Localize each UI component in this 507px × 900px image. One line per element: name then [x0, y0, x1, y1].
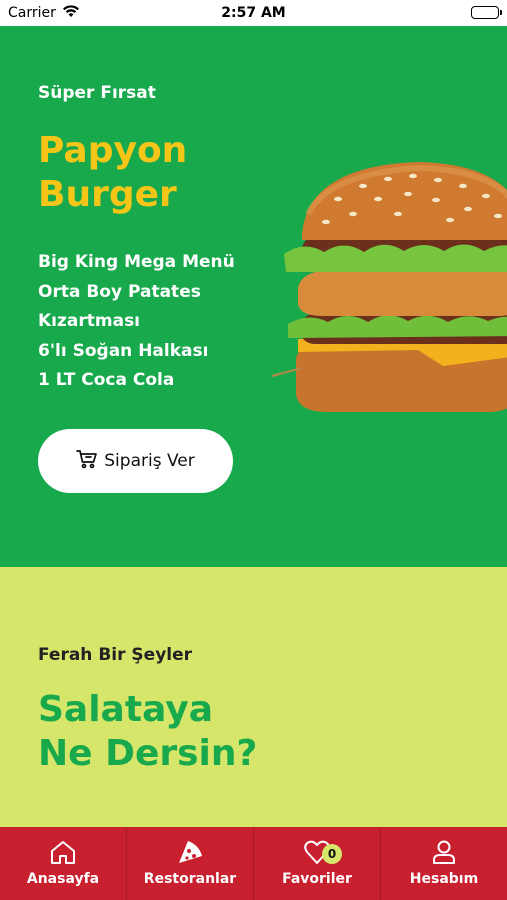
status-bar: Carrier 2:57 AM	[0, 0, 507, 26]
promo-item: Orta Boy Patates	[38, 281, 201, 302]
tab-home[interactable]: Anasayfa	[0, 827, 127, 900]
cart-icon	[76, 449, 98, 474]
burger-image	[271, 162, 507, 412]
promo-eyebrow: Süper Fırsat	[38, 83, 156, 103]
promo-item: 6'lı Soğan Halkası	[38, 340, 209, 361]
home-icon	[49, 839, 77, 869]
user-icon	[430, 839, 458, 869]
clock: 2:57 AM	[221, 5, 286, 21]
tab-restaurants[interactable]: Restoranlar	[127, 827, 254, 900]
tab-bar: Anasayfa Restoranlar 0 Favoriler Hesabım	[0, 827, 507, 900]
tab-account-label: Hesabım	[409, 871, 479, 887]
salad-banner: Ferah Bir Şeyler Salataya Ne Dersin?	[0, 567, 507, 827]
promo-item-list: Big King Mega Menü Orta Boy Patates Kıza…	[38, 248, 235, 396]
promo-item: Big King Mega Menü	[38, 252, 235, 272]
pizza-icon	[176, 839, 204, 869]
salad-title: Salataya Ne Dersin?	[38, 688, 268, 776]
promo-title: Papyon Burger	[38, 130, 188, 215]
tab-account[interactable]: Hesabım	[381, 827, 507, 900]
favorites-count-badge: 0	[322, 844, 342, 864]
salad-title-text: Salataya Ne Dersin?	[38, 689, 258, 774]
tab-restaurants-label: Restoranlar	[143, 871, 237, 887]
salad-eyebrow: Ferah Bir Şeyler	[38, 645, 193, 665]
promo-item: Kızartması	[38, 311, 141, 331]
order-button-label: Sipariş Ver	[104, 451, 195, 471]
promo-item: 1 LT Coca Cola	[38, 370, 175, 390]
promo-banner: Süper Fırsat Papyon Burger Big King Mega…	[0, 26, 507, 567]
tab-favorites[interactable]: 0 Favoriler	[254, 827, 381, 900]
battery-icon	[471, 6, 502, 19]
order-button[interactable]: Sipariş Ver	[38, 429, 233, 493]
tab-home-label: Anasayfa	[26, 871, 100, 887]
tab-favorites-label: Favoriler	[282, 871, 352, 887]
